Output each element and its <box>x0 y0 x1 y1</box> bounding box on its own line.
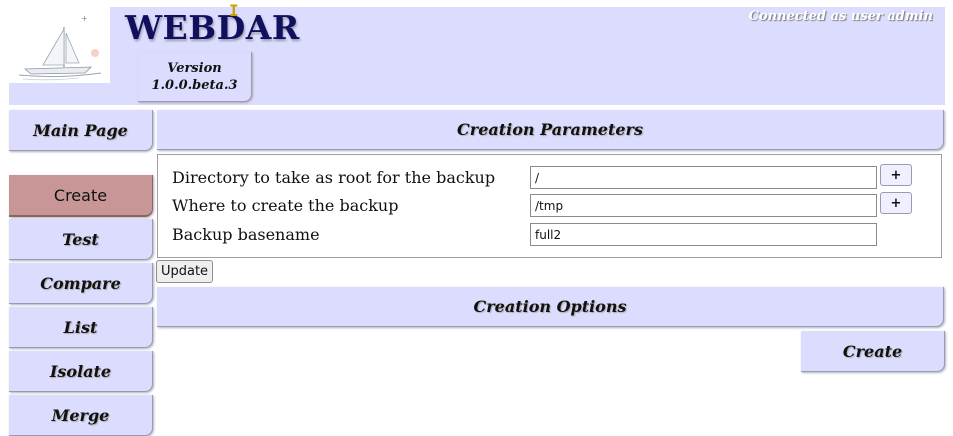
sailboat-icon: + <box>18 14 102 81</box>
creation-parameters-header[interactable]: Creation Parameters <box>157 110 944 150</box>
app-title: WEBDAR <box>125 8 300 47</box>
root-directory-input[interactable] <box>530 166 877 189</box>
version-label: Version <box>167 61 222 76</box>
nav-merge[interactable]: Merge <box>9 395 153 436</box>
nav-isolate[interactable]: Isolate <box>9 351 153 392</box>
root-directory-label: Directory to take as root for the backup <box>172 168 496 187</box>
connected-user-label: Connected as user admin <box>748 9 933 24</box>
nav-list[interactable]: List <box>9 307 153 348</box>
backup-location-label: Where to create the backup <box>172 196 399 215</box>
version-box: Version 1.0.0.beta.3 <box>138 52 252 102</box>
create-button[interactable]: Create <box>801 331 945 372</box>
backup-location-browse-button[interactable]: + <box>880 192 912 214</box>
backup-basename-label: Backup basename <box>172 225 320 244</box>
creation-options-header[interactable]: Creation Options <box>157 287 944 327</box>
nav-compare[interactable]: Compare <box>9 263 153 304</box>
nav-create[interactable]: Create <box>9 175 153 217</box>
version-number: 1.0.0.beta.3 <box>151 78 238 93</box>
nav-main-page[interactable]: Main Page <box>9 110 153 151</box>
root-directory-browse-button[interactable]: + <box>880 164 912 186</box>
nav-test[interactable]: Test <box>9 219 153 260</box>
update-button[interactable]: Update <box>156 260 213 283</box>
backup-location-input[interactable] <box>530 194 877 217</box>
svg-text:+: + <box>81 14 88 23</box>
sailboat-logo: + <box>9 7 110 83</box>
text-cursor-icon: I <box>229 1 239 20</box>
backup-basename-input[interactable] <box>530 223 877 246</box>
